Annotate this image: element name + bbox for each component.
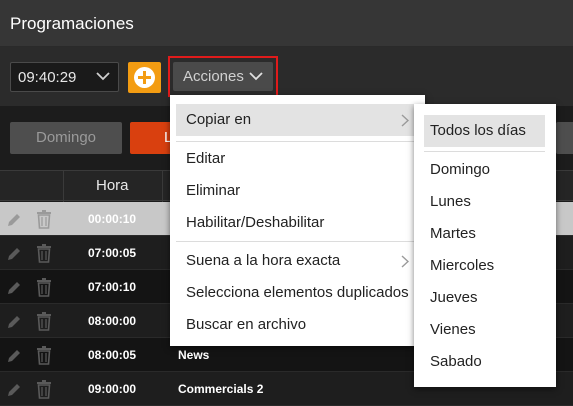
row-time: 08:00:00 — [88, 314, 137, 328]
submenu-item-todos[interactable]: Todos los días — [424, 115, 545, 147]
chevron-right-icon — [401, 255, 409, 268]
submenu-item-miercoles[interactable]: Miercoles — [424, 250, 545, 282]
submenu-item-jueves[interactable]: Jueves — [424, 282, 545, 314]
column-header-hora: Hora — [96, 177, 129, 194]
pencil-icon[interactable] — [5, 313, 23, 331]
actions-highlight-frame: Acciones — [168, 56, 278, 97]
menu-divider — [176, 141, 419, 142]
menu-item-duplicados[interactable]: Selecciona elementos duplicados — [176, 277, 419, 309]
time-select-value: 09:40:29 — [18, 69, 77, 86]
row-time: 00:00:10 — [88, 212, 137, 226]
chevron-down-icon — [249, 72, 263, 81]
actions-label: Acciones — [183, 68, 244, 85]
tab-domingo[interactable]: Domingo — [10, 122, 122, 154]
menu-item-buscar-archivo[interactable]: Buscar en archivo — [176, 309, 419, 341]
copy-submenu: Todos los días Domingo Lunes Martes Mier… — [414, 104, 556, 387]
menu-item-habilitar[interactable]: Habilitar/Deshabilitar — [176, 207, 419, 239]
menu-item-eliminar[interactable]: Eliminar — [176, 175, 419, 207]
time-select[interactable]: 09:40:29 — [10, 62, 119, 92]
pencil-icon[interactable] — [5, 211, 23, 229]
submenu-item-vienes[interactable]: Vienes — [424, 314, 545, 346]
column-divider — [63, 171, 64, 202]
row-time: 09:00:00 — [88, 382, 137, 396]
plus-circle-icon — [134, 67, 155, 88]
submenu-item-martes[interactable]: Martes — [424, 218, 545, 250]
menu-divider — [176, 241, 419, 242]
trash-icon[interactable] — [36, 210, 52, 229]
pencil-icon[interactable] — [5, 245, 23, 263]
page-title: Programaciones — [10, 14, 134, 33]
menu-item-copiar-en[interactable]: Copiar en — [176, 104, 419, 136]
menu-item-suena-hora-exacta[interactable]: Suena a la hora exacta — [176, 245, 419, 277]
chevron-right-icon — [401, 114, 409, 127]
submenu-item-sabado[interactable]: Sabado — [424, 346, 545, 378]
menu-item-label: Suena a la hora exacta — [186, 252, 341, 269]
submenu-item-lunes[interactable]: Lunes — [424, 186, 545, 218]
pencil-icon[interactable] — [5, 347, 23, 365]
tab-partial-right[interactable] — [556, 122, 573, 154]
row-name: News — [178, 348, 210, 362]
actions-dropdown-button[interactable]: Acciones — [173, 62, 273, 91]
trash-icon[interactable] — [36, 380, 52, 399]
menu-item-label: Copiar en — [186, 111, 252, 128]
submenu-divider — [424, 151, 545, 152]
add-button[interactable] — [128, 62, 161, 93]
trash-icon[interactable] — [36, 312, 52, 331]
title-bar: Programaciones — [0, 0, 573, 47]
row-name: Commercials 2 — [178, 382, 264, 396]
trash-icon[interactable] — [36, 346, 52, 365]
menu-item-editar[interactable]: Editar — [176, 143, 419, 175]
submenu-item-domingo[interactable]: Domingo — [424, 154, 545, 186]
pencil-icon[interactable] — [5, 279, 23, 297]
row-time: 07:00:10 — [88, 280, 137, 294]
pencil-icon[interactable] — [5, 381, 23, 399]
row-time: 07:00:05 — [88, 246, 137, 260]
trash-icon[interactable] — [36, 244, 52, 263]
row-time: 08:00:05 — [88, 348, 137, 362]
chevron-down-icon — [96, 72, 110, 81]
column-divider — [162, 171, 163, 202]
trash-icon[interactable] — [36, 278, 52, 297]
actions-menu: Copiar en Editar Eliminar Habilitar/Desh… — [170, 95, 425, 346]
